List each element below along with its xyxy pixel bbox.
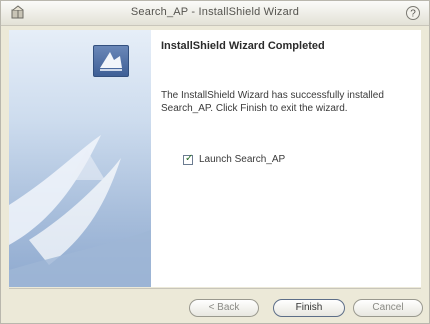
wizard-content: InstallShield Wizard Completed The Insta…	[151, 30, 421, 287]
footer-divider	[9, 288, 421, 289]
title-bar: Search_AP - InstallShield Wizard ?	[1, 1, 429, 26]
help-icon[interactable]: ?	[405, 5, 421, 21]
launch-label: Launch Search_AP	[199, 154, 286, 165]
window-title: Search_AP - InstallShield Wizard	[130, 6, 300, 18]
wizard-banner	[9, 30, 151, 287]
finish-button-label: Finish	[295, 302, 323, 313]
svg-text:?: ?	[410, 9, 416, 20]
installshield-logo-icon	[93, 45, 129, 77]
checkmark-icon: ✓	[185, 153, 194, 164]
banner-art	[9, 135, 151, 287]
cancel-button[interactable]: Cancel	[353, 299, 423, 317]
installer-window: Search_AP - InstallShield Wizard ? Insta…	[0, 0, 430, 324]
completion-message: The InstallShield Wizard has successfull…	[161, 90, 384, 114]
launch-checkbox[interactable]: ✓	[183, 153, 194, 165]
back-button[interactable]: < Back	[189, 299, 259, 317]
finish-button[interactable]: Finish	[273, 299, 345, 317]
page-heading: InstallShield Wizard Completed	[161, 40, 325, 52]
